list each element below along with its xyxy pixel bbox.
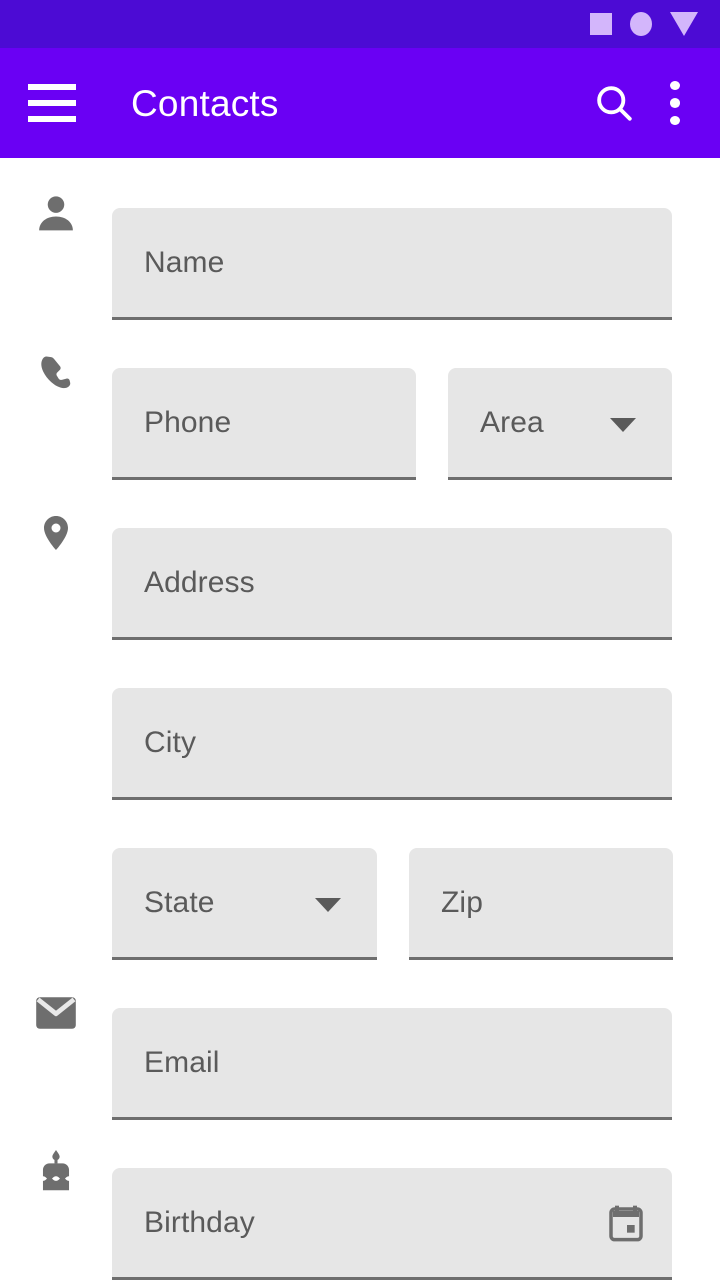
person-icon bbox=[32, 186, 80, 240]
form-row-fields: Address bbox=[112, 528, 672, 640]
page-title: Contacts bbox=[131, 82, 279, 124]
location-pin-icon bbox=[32, 506, 80, 560]
contacts-form-screen: Contacts Name Phone Area Address City St… bbox=[0, 0, 720, 1280]
birthday-input[interactable]: Birthday bbox=[112, 1168, 672, 1280]
form-row-fields: City bbox=[112, 688, 672, 800]
area-dropdown-label: Area bbox=[480, 405, 544, 439]
area-dropdown[interactable]: Area bbox=[448, 368, 672, 480]
envelope-icon bbox=[32, 986, 80, 1040]
form-row-fields: Birthday bbox=[112, 1168, 672, 1280]
state-dropdown[interactable]: State bbox=[112, 848, 377, 960]
overflow-menu-icon[interactable] bbox=[670, 81, 680, 125]
menu-line bbox=[28, 84, 76, 90]
hamburger-menu-icon[interactable] bbox=[28, 81, 84, 125]
chevron-down-icon bbox=[610, 417, 636, 432]
overflow-dot bbox=[670, 98, 680, 108]
form-row-state-zip: State Zip bbox=[0, 798, 720, 960]
phone-input[interactable]: Phone bbox=[112, 368, 416, 480]
calendar-icon[interactable] bbox=[606, 1203, 646, 1243]
birthday-input-label: Birthday bbox=[144, 1205, 255, 1239]
address-input-label: Address bbox=[144, 565, 255, 599]
form-row-fields: Email bbox=[112, 1008, 672, 1120]
circle-indicator-icon bbox=[630, 12, 652, 36]
square-indicator-icon bbox=[590, 13, 612, 35]
birthday-cake-icon bbox=[32, 1146, 80, 1200]
form-row-email: Email bbox=[0, 958, 720, 1120]
contact-form: Name Phone Area Address City State Zip E… bbox=[0, 158, 720, 1280]
form-row-birthday: Birthday bbox=[0, 1118, 720, 1280]
app-bar: Contacts bbox=[0, 48, 720, 158]
form-row-address: Address bbox=[0, 478, 720, 640]
city-input-label: City bbox=[144, 725, 197, 759]
status-bar bbox=[0, 0, 720, 48]
chevron-down-icon bbox=[315, 897, 341, 912]
form-row-phone: Phone Area bbox=[0, 318, 720, 480]
phone-icon bbox=[32, 346, 80, 400]
form-row-fields: State Zip bbox=[112, 848, 673, 960]
menu-line bbox=[28, 116, 76, 122]
email-input[interactable]: Email bbox=[112, 1008, 672, 1120]
form-row-fields: Name bbox=[112, 208, 672, 320]
search-icon[interactable] bbox=[592, 81, 636, 125]
form-row-fields: Phone Area bbox=[112, 368, 672, 480]
address-input[interactable]: Address bbox=[112, 528, 672, 640]
name-input-label: Name bbox=[144, 245, 225, 279]
overflow-dot bbox=[670, 81, 680, 91]
menu-line bbox=[28, 100, 76, 106]
status-bar-icons bbox=[590, 12, 698, 36]
state-dropdown-label: State bbox=[144, 885, 215, 919]
form-row-city: City bbox=[0, 638, 720, 800]
form-row-name: Name bbox=[0, 158, 720, 320]
zip-input-label: Zip bbox=[441, 885, 483, 919]
overflow-dot bbox=[670, 115, 680, 125]
name-input[interactable]: Name bbox=[112, 208, 672, 320]
city-input[interactable]: City bbox=[112, 688, 672, 800]
app-bar-actions bbox=[592, 81, 720, 125]
triangle-indicator-icon bbox=[670, 12, 698, 36]
email-input-label: Email bbox=[144, 1045, 220, 1079]
zip-input[interactable]: Zip bbox=[409, 848, 673, 960]
phone-input-label: Phone bbox=[144, 405, 232, 439]
